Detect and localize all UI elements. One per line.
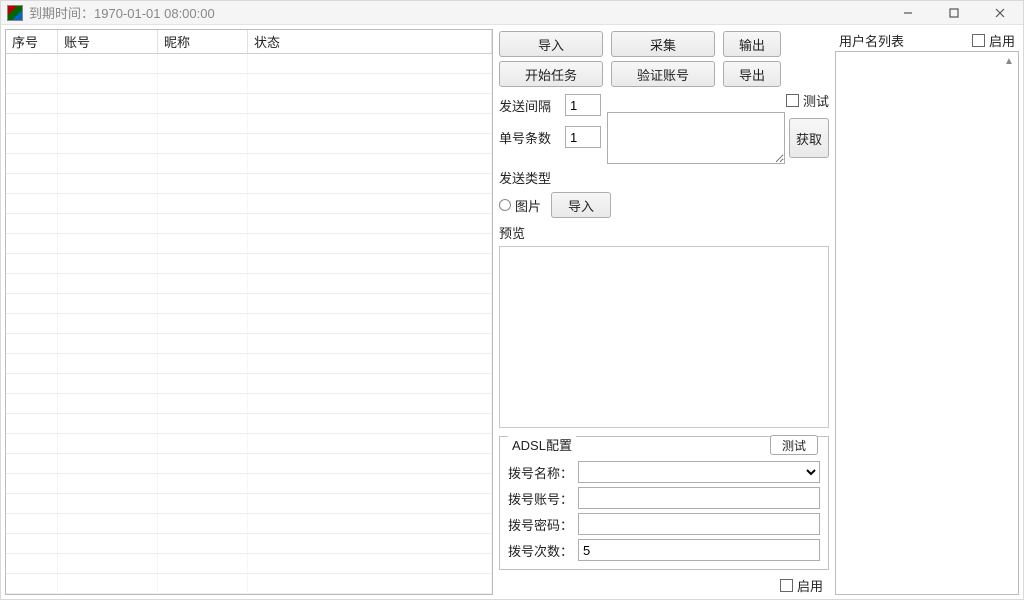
table-row[interactable] — [6, 534, 492, 554]
table-row[interactable] — [6, 214, 492, 234]
per-account-count-input[interactable] — [565, 126, 601, 148]
test-top-checkbox[interactable]: 测试 — [786, 91, 829, 110]
table-row[interactable] — [6, 574, 492, 594]
table-row[interactable] — [6, 74, 492, 94]
app-icon — [7, 5, 23, 21]
client-area: 序号 账号 昵称 状态 导入 采集 输出 开始任务 验证账号 导出 — [1, 25, 1023, 599]
adsl-config-label: ADSL配置 — [508, 435, 576, 454]
table-body[interactable] — [6, 54, 492, 594]
table-row[interactable] — [6, 154, 492, 174]
titlebar: 到期时间：1970-01-01 08:00:00 — [1, 1, 1023, 25]
send-interval-label: 发送间隔 — [499, 96, 559, 115]
collect-button[interactable]: 采集 — [611, 31, 715, 57]
table-row[interactable] — [6, 434, 492, 454]
minimize-button[interactable] — [885, 1, 931, 25]
verify-account-button[interactable]: 验证账号 — [611, 61, 715, 87]
adsl-enable-checkbox[interactable]: 启用 — [780, 576, 823, 595]
adsl-name-select[interactable] — [578, 461, 820, 483]
fetch-button[interactable]: 获取 — [789, 118, 829, 158]
table-row[interactable] — [6, 374, 492, 394]
user-list-label: 用户名列表 — [839, 31, 972, 50]
checkbox-icon — [786, 94, 799, 107]
user-list-panel: 用户名列表 启用 — [835, 29, 1019, 595]
start-task-button[interactable]: 开始任务 — [499, 61, 603, 87]
header-account[interactable]: 账号 — [58, 30, 158, 53]
output-button[interactable]: 输出 — [723, 31, 781, 57]
table-row[interactable] — [6, 494, 492, 514]
preview-label: 预览 — [499, 223, 829, 242]
import-image-button[interactable]: 导入 — [551, 192, 611, 218]
checkbox-icon — [780, 579, 793, 592]
accounts-table: 序号 账号 昵称 状态 — [5, 29, 493, 595]
table-row[interactable] — [6, 134, 492, 154]
table-row[interactable] — [6, 554, 492, 574]
fetch-textarea[interactable] — [607, 112, 785, 164]
adsl-times-input[interactable] — [578, 539, 820, 561]
adsl-account-input[interactable] — [578, 487, 820, 509]
adsl-test-button[interactable]: 测试 — [770, 435, 818, 455]
table-row[interactable] — [6, 414, 492, 434]
user-list-enable-checkbox[interactable]: 启用 — [972, 31, 1015, 50]
table-header: 序号 账号 昵称 状态 — [6, 30, 492, 54]
window-title: 到期时间：1970-01-01 08:00:00 — [29, 3, 215, 22]
scroll-up-icon[interactable] — [1002, 54, 1016, 68]
adsl-name-label: 拨号名称： — [508, 463, 574, 482]
adsl-account-label: 拨号账号： — [508, 489, 574, 508]
main-window: 到期时间：1970-01-01 08:00:00 序号 账号 昵称 状态 导入 — [0, 0, 1024, 600]
table-row[interactable] — [6, 394, 492, 414]
table-row[interactable] — [6, 334, 492, 354]
table-row[interactable] — [6, 54, 492, 74]
table-row[interactable] — [6, 274, 492, 294]
close-button[interactable] — [977, 1, 1023, 25]
header-seq[interactable]: 序号 — [6, 30, 58, 53]
table-row[interactable] — [6, 514, 492, 534]
table-row[interactable] — [6, 474, 492, 494]
table-row[interactable] — [6, 354, 492, 374]
send-type-label: 发送类型 — [499, 168, 829, 187]
image-radio[interactable]: 图片 — [499, 196, 541, 215]
per-account-count-label: 单号条数 — [499, 128, 559, 147]
table-row[interactable] — [6, 234, 492, 254]
header-status[interactable]: 状态 — [248, 30, 492, 53]
adsl-group: ADSL配置 测试 拨号名称： 拨号账号： 拨号密码： 拨号次数： — [499, 436, 829, 570]
adsl-password-label: 拨号密码： — [508, 515, 574, 534]
table-row[interactable] — [6, 294, 492, 314]
table-row[interactable] — [6, 114, 492, 134]
user-list-box[interactable] — [835, 51, 1019, 595]
maximize-button[interactable] — [931, 1, 977, 25]
radio-icon — [499, 199, 511, 211]
table-row[interactable] — [6, 254, 492, 274]
send-interval-input[interactable] — [565, 94, 601, 116]
table-row[interactable] — [6, 454, 492, 474]
table-row[interactable] — [6, 94, 492, 114]
controls-panel: 导入 采集 输出 开始任务 验证账号 导出 发送间隔 单号条数 — [499, 29, 829, 595]
header-nickname[interactable]: 昵称 — [158, 30, 248, 53]
table-row[interactable] — [6, 174, 492, 194]
import-button[interactable]: 导入 — [499, 31, 603, 57]
export-button[interactable]: 导出 — [723, 61, 781, 87]
table-row[interactable] — [6, 194, 492, 214]
table-row[interactable] — [6, 314, 492, 334]
checkbox-icon — [972, 34, 985, 47]
preview-box — [499, 246, 829, 428]
adsl-times-label: 拨号次数： — [508, 541, 574, 560]
adsl-password-input[interactable] — [578, 513, 820, 535]
